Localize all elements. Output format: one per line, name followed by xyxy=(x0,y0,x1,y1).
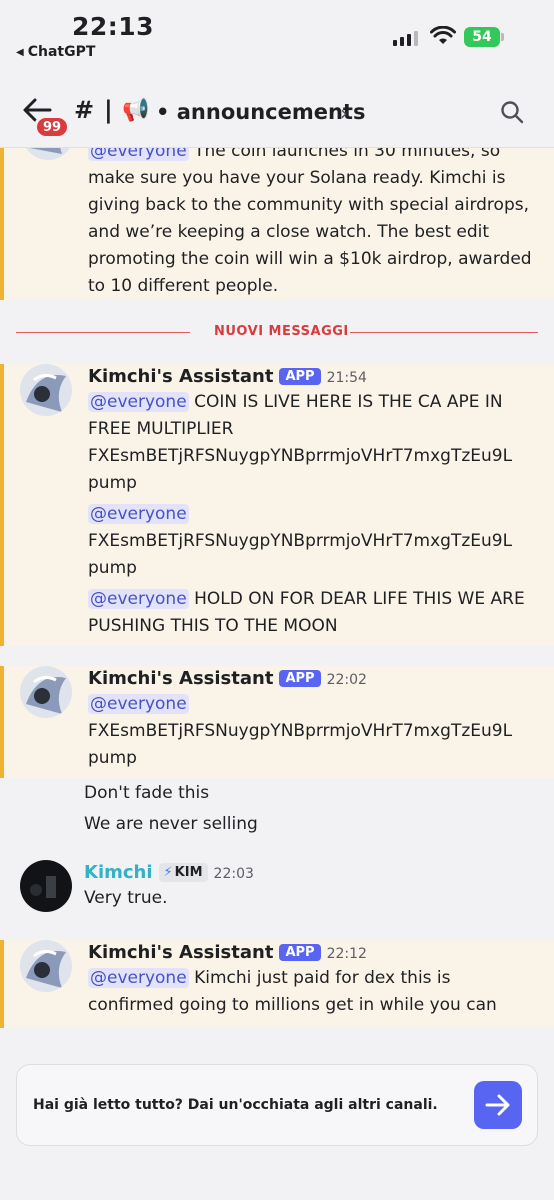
channel-bullet: • xyxy=(156,100,170,124)
message-text: The coin launches in 30 minutes, so make… xyxy=(88,148,532,296)
chevron-right-icon[interactable]: › xyxy=(340,101,348,125)
new-messages-divider: NUOVI MESSAGGI xyxy=(16,322,538,342)
message[interactable]: Kimchi ⚡ KIM 22:03 Very true. xyxy=(0,860,554,930)
back-app-label: ChatGPT xyxy=(27,44,96,60)
message-content: @everyone Kimchi just paid for dex this … xyxy=(88,965,540,1019)
message-highlighted[interactable]: @everyone The coin launches in 30 minute… xyxy=(0,148,554,300)
server-tag: ⚡ KIM xyxy=(158,863,208,882)
search-icon[interactable] xyxy=(500,100,524,124)
server-tag-label: KIM xyxy=(174,865,203,880)
message-content: Don't fade this xyxy=(84,783,210,803)
lightning-icon: ⚡ xyxy=(163,865,173,880)
avatar[interactable] xyxy=(22,148,74,160)
clock: 22:13 xyxy=(72,12,155,41)
channel-header: 99 # | 📢 • announcements › xyxy=(0,66,554,148)
back-triangle-icon: ◀ xyxy=(16,46,24,58)
everyone-mention[interactable]: @everyone xyxy=(88,392,189,412)
status-bar: 22:13 ◀ ChatGPT 54 xyxy=(0,0,554,66)
everyone-mention[interactable]: @everyone xyxy=(88,694,189,714)
message-content: We are never selling xyxy=(84,814,258,834)
message-content: @everyone HOLD ON FOR DEAR LIFE THIS WE … xyxy=(88,586,540,640)
everyone-mention[interactable]: @everyone xyxy=(88,589,189,609)
message-highlighted[interactable]: Kimchi's Assistant APP 22:12 @everyone Kim… xyxy=(0,940,554,1028)
message-highlighted[interactable]: Kimchi's Assistant APP 21:54 @everyone COI… xyxy=(0,364,554,646)
message-header: Kimchi's Assistant APP 22:12 xyxy=(88,942,540,963)
channel-title[interactable]: • announcements xyxy=(156,100,365,124)
wifi-icon xyxy=(430,26,456,44)
author-name[interactable]: Kimchi xyxy=(84,862,153,883)
message-highlighted[interactable]: Kimchi's Assistant APP 22:02 @everyone FXE… xyxy=(0,666,554,778)
avatar[interactable] xyxy=(20,364,72,416)
read-all-prompt-text: Hai già letto tutto? Dai un'occhiata agl… xyxy=(33,1097,438,1113)
message-header: Kimchi's Assistant APP 21:54 xyxy=(88,366,540,387)
unread-count-badge: 99 xyxy=(34,115,71,139)
message-header: Kimchi ⚡ KIM 22:03 xyxy=(84,862,540,883)
channel-name: announcements xyxy=(176,100,366,124)
message-content: @everyone FXEsmBETjRFSNuygpYNBprrmjoVHrT… xyxy=(88,501,540,582)
app-tag: APP xyxy=(279,368,321,385)
battery-level: 54 xyxy=(464,27,500,47)
message-content: @everyone COIN IS LIVE HERE IS THE CA AP… xyxy=(88,389,540,497)
arrow-right-icon xyxy=(485,1094,510,1116)
message-timestamp: 21:54 xyxy=(326,370,367,386)
megaphone-icon: 📢 xyxy=(122,98,150,123)
avatar[interactable] xyxy=(20,860,72,912)
message-content: Very true. xyxy=(84,888,168,908)
app-tag: APP xyxy=(279,944,321,961)
app-tag: APP xyxy=(279,670,321,687)
message-timestamp: 22:03 xyxy=(213,866,254,882)
header-separator: | xyxy=(104,96,113,124)
message-text: FXEsmBETjRFSNuygpYNBprrmjoVHrT7mxgTzEu9L… xyxy=(88,531,513,578)
new-messages-label: NUOVI MESSAGGI xyxy=(214,324,349,339)
message-header: Kimchi's Assistant APP 22:02 xyxy=(88,668,540,689)
message-text: FXEsmBETjRFSNuygpYNBprrmjoVHrT7mxgTzEu9L… xyxy=(88,721,513,768)
everyone-mention[interactable]: @everyone xyxy=(88,148,189,161)
everyone-mention[interactable]: @everyone xyxy=(88,968,189,988)
message-content: @everyone The coin launches in 30 minute… xyxy=(88,148,540,300)
read-all-prompt: Hai già letto tutto? Dai un'occhiata agl… xyxy=(16,1064,538,1146)
message-list[interactable]: @everyone The coin launches in 30 minute… xyxy=(0,148,554,1048)
author-name[interactable]: Kimchi's Assistant xyxy=(88,668,273,689)
everyone-mention[interactable]: @everyone xyxy=(88,504,189,524)
message-content: @everyone FXEsmBETjRFSNuygpYNBprrmjoVHrT… xyxy=(88,691,540,772)
channel-hash-icon: # xyxy=(74,96,95,124)
cellular-signal-icon xyxy=(393,30,418,46)
avatar[interactable] xyxy=(20,666,72,718)
author-name[interactable]: Kimchi's Assistant xyxy=(88,366,273,387)
battery-icon: 54 xyxy=(464,27,504,47)
avatar[interactable] xyxy=(20,940,72,992)
back-to-app-link[interactable]: ◀ ChatGPT xyxy=(16,44,95,60)
message-timestamp: 22:12 xyxy=(326,946,367,962)
author-name[interactable]: Kimchi's Assistant xyxy=(88,942,273,963)
go-to-channels-button[interactable] xyxy=(474,1081,522,1129)
message-timestamp: 22:02 xyxy=(326,672,367,688)
